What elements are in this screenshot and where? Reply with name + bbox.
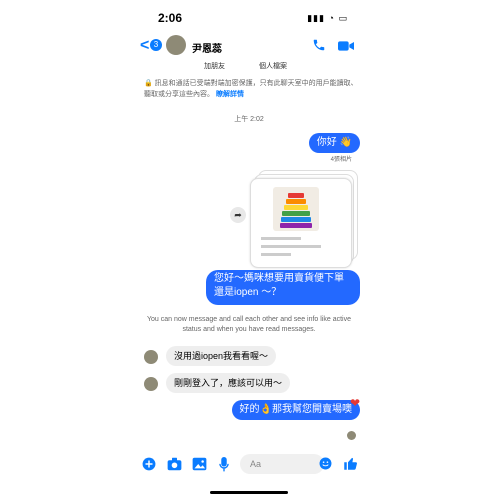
read-receipt-avatar bbox=[347, 431, 356, 440]
message-input[interactable]: Aa bbox=[240, 454, 324, 474]
message-timestamp: 上午 2:02 bbox=[234, 116, 264, 123]
avatar[interactable] bbox=[166, 35, 186, 55]
unread-badge: 3 bbox=[150, 39, 162, 51]
phone-icon[interactable] bbox=[312, 38, 326, 57]
photo-card bbox=[250, 178, 352, 268]
chat-header: < 3 尹恩蕊 bbox=[134, 34, 364, 58]
plus-icon[interactable] bbox=[142, 457, 156, 476]
photo-count-label: 4張相片 bbox=[330, 157, 352, 163]
xylophone-image bbox=[273, 187, 319, 231]
heart-icon: ❤ bbox=[349, 396, 360, 410]
video-camera-icon[interactable] bbox=[338, 39, 354, 57]
back-chevron-icon[interactable]: < bbox=[140, 37, 149, 55]
image-icon[interactable] bbox=[192, 457, 207, 476]
avatar[interactable] bbox=[144, 377, 158, 391]
emoji-icon[interactable] bbox=[319, 457, 332, 473]
outgoing-message[interactable]: 你好 👋 bbox=[308, 133, 360, 153]
outgoing-message[interactable]: 您好～媽咪想要用賣貨便下單還是iopen ～？ bbox=[206, 270, 360, 305]
outgoing-message[interactable]: 好的👌那我幫您開賣場噢 bbox=[231, 400, 360, 420]
photo-attachment-stack[interactable] bbox=[250, 170, 358, 268]
mic-icon[interactable] bbox=[219, 457, 229, 477]
composer-bar: Aa bbox=[134, 452, 364, 478]
encryption-notice: 🔒 訊息和通話已受端對端加密保護，只有此聊天室中的用戶能讀取、聽取或分享這些內容… bbox=[144, 78, 359, 100]
incoming-message[interactable]: 剛剛登入了，應該可以用～ bbox=[166, 373, 291, 393]
contact-name[interactable]: 尹恩蕊 bbox=[192, 40, 222, 55]
profile-link[interactable]: 個人檔案 bbox=[259, 63, 287, 70]
system-info-text: You can now message and call each other … bbox=[146, 316, 352, 333]
avatar[interactable] bbox=[144, 350, 158, 364]
add-friend-link[interactable]: 加朋友 bbox=[204, 63, 225, 70]
status-time: 2:06 bbox=[158, 11, 183, 25]
profile-actions: 加朋友 個人檔案 bbox=[204, 61, 319, 71]
status-bar: 2:06 ▮▮▮ ◔ ▭ bbox=[134, 0, 364, 34]
share-icon[interactable]: ➦ bbox=[230, 207, 246, 223]
messenger-screen: 2:06 ▮▮▮ ◔ ▭ < 3 尹恩蕊 加朋友 個人檔案 🔒 訊息和通話已受端… bbox=[134, 0, 364, 500]
incoming-message[interactable]: 沒用過iopen我看看喔～ bbox=[166, 346, 277, 366]
status-icons: ▮▮▮ ◔ ▭ bbox=[307, 13, 348, 23]
home-indicator bbox=[210, 491, 288, 494]
camera-icon[interactable] bbox=[167, 457, 182, 476]
encryption-text: 🔒 訊息和通話已受端對端加密保護，只有此聊天室中的用戶能讀取、聽取或分享這些內容… bbox=[144, 80, 358, 98]
learn-more-link[interactable]: 瞭解詳情 bbox=[216, 91, 244, 98]
thumbs-up-icon[interactable] bbox=[343, 456, 358, 476]
